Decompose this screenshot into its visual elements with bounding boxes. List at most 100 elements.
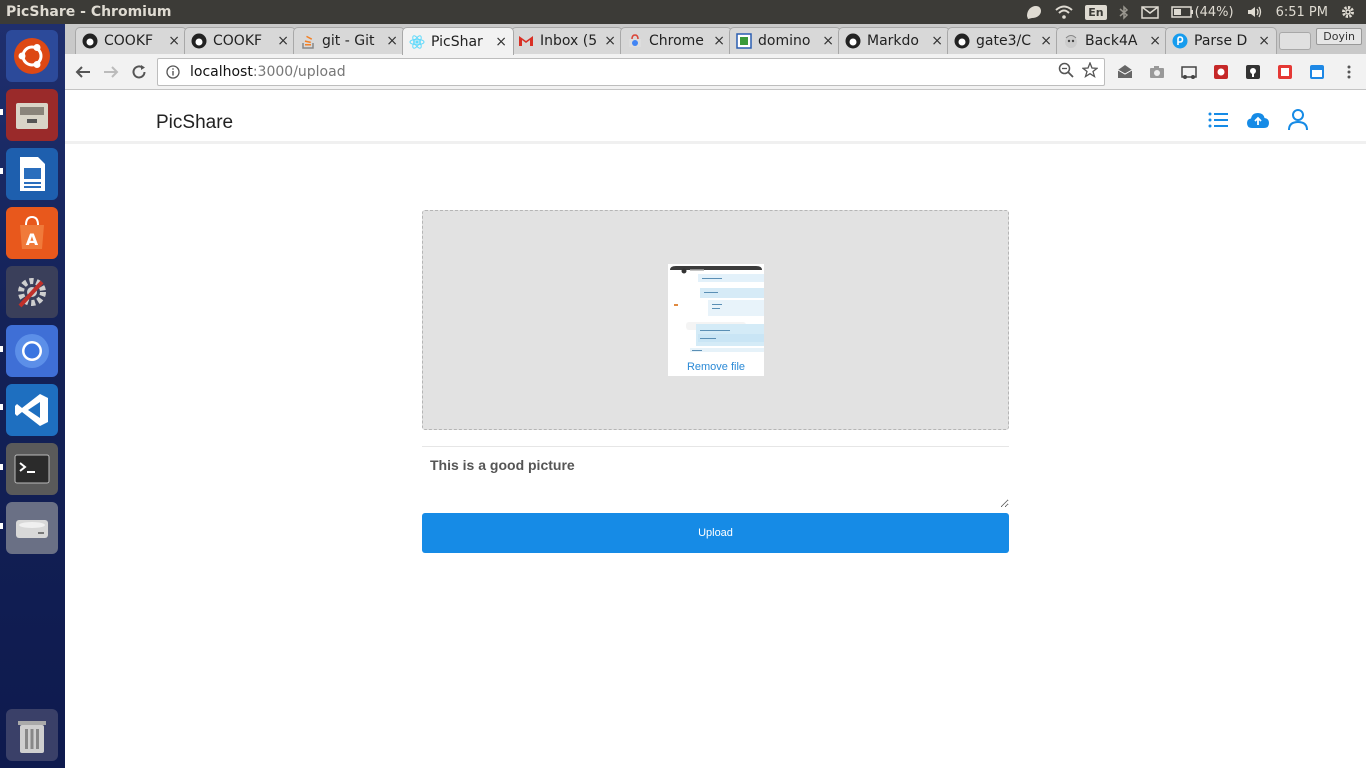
battery-indicator[interactable]: (44%) xyxy=(1170,4,1234,20)
forward-button[interactable] xyxy=(97,58,125,86)
new-tab-button[interactable] xyxy=(1279,32,1311,50)
mail-icon[interactable] xyxy=(1140,5,1159,19)
tab-close-icon[interactable]: × xyxy=(168,33,180,49)
system-settings-icon[interactable] xyxy=(6,266,58,318)
tab-markdown[interactable]: Markdo × xyxy=(838,27,950,54)
mail-checker-extension-icon[interactable] xyxy=(1115,62,1135,82)
list-icon[interactable] xyxy=(1206,108,1230,132)
app-navbar: PicShare xyxy=(65,90,1366,144)
window-extension-icon[interactable] xyxy=(1307,62,1327,82)
tab-label: git - Git xyxy=(322,33,375,49)
tab-label: COOKF xyxy=(213,33,263,49)
reload-button[interactable] xyxy=(125,58,153,86)
back-button[interactable] xyxy=(69,58,97,86)
bluetooth-icon[interactable] xyxy=(1119,4,1129,20)
battery-percent: (44%) xyxy=(1194,4,1234,20)
trash-icon[interactable] xyxy=(6,709,58,761)
tab-close-icon[interactable]: × xyxy=(495,34,507,50)
tab-cookf-1[interactable]: COOKF × xyxy=(75,27,187,54)
bookmark-star-icon[interactable] xyxy=(1081,61,1099,82)
tab-domino[interactable]: domino × xyxy=(729,27,841,54)
tab-label: Inbox (5 xyxy=(540,33,598,49)
tab-label: Chrome xyxy=(649,33,704,49)
address-bar[interactable]: localhost:3000/upload xyxy=(157,58,1105,86)
image-dropzone[interactable]: Remove file xyxy=(422,210,1009,430)
volume-icon[interactable] xyxy=(1246,5,1264,19)
launcher-running-pip xyxy=(0,404,3,410)
reload-icon xyxy=(132,65,146,79)
tab-close-icon[interactable]: × xyxy=(386,33,398,49)
tab-label: domino xyxy=(758,33,811,49)
upload-button[interactable]: Upload xyxy=(422,513,1009,553)
settings-gear-icon[interactable] xyxy=(1340,4,1356,20)
remove-file-link[interactable]: Remove file xyxy=(668,361,764,373)
tab-cookf-2[interactable]: COOKF × xyxy=(184,27,296,54)
tab-close-icon[interactable]: × xyxy=(713,33,725,49)
battery-icon xyxy=(1170,6,1193,18)
ubuntu-dash-icon[interactable] xyxy=(6,30,58,82)
camera-extension-icon[interactable] xyxy=(1147,62,1167,82)
pin-extension-icon[interactable] xyxy=(1243,62,1263,82)
tab-close-icon[interactable]: × xyxy=(822,33,834,49)
app-brand[interactable]: PicShare xyxy=(156,112,233,134)
keyboard-layout-indicator[interactable]: En xyxy=(1085,4,1107,20)
tab-parse[interactable]: Parse D × xyxy=(1165,27,1277,54)
github-icon xyxy=(954,33,970,49)
caption-textarea[interactable]: This is a good picture xyxy=(422,446,1009,508)
shield-extension-icon[interactable] xyxy=(1275,62,1295,82)
vscode-icon[interactable] xyxy=(6,384,58,436)
chromium-icon[interactable] xyxy=(6,325,58,377)
launcher-running-pip xyxy=(0,168,3,174)
tab-gate3[interactable]: gate3/C × xyxy=(947,27,1059,54)
domino-icon xyxy=(736,33,752,49)
tab-close-icon[interactable]: × xyxy=(1040,33,1052,49)
software-center-icon[interactable]: A xyxy=(6,207,58,259)
svg-text:A: A xyxy=(26,230,39,249)
wifi-icon[interactable] xyxy=(1055,5,1073,19)
tab-label: gate3/C xyxy=(976,33,1031,49)
zoom-icon[interactable] xyxy=(1058,62,1074,82)
web-page: PicShare Remove file This is a good pict… xyxy=(65,90,1366,768)
tab-strip: COOKF × COOKF × git - Git × PicShar × In… xyxy=(65,24,1366,55)
disk-drive-icon[interactable] xyxy=(6,502,58,554)
tab-label: COOKF xyxy=(104,33,154,49)
system-indicators: En (44%) 6:51 PM xyxy=(1025,4,1366,20)
tab-close-icon[interactable]: × xyxy=(931,33,943,49)
unity-launcher: A xyxy=(0,24,65,768)
tab-label: PicShar xyxy=(431,33,483,50)
tab-label: Markdo xyxy=(867,33,919,49)
image-thumbnail xyxy=(668,264,764,362)
tab-label: Parse D xyxy=(1194,33,1248,49)
red-extension-icon[interactable] xyxy=(1211,62,1231,82)
chrome-menu-icon[interactable] xyxy=(1339,62,1359,82)
tab-close-icon[interactable]: × xyxy=(1258,33,1270,49)
clock[interactable]: 6:51 PM xyxy=(1276,5,1328,20)
files-icon[interactable] xyxy=(6,89,58,141)
launcher-running-pip xyxy=(0,523,3,529)
tab-git[interactable]: git - Git × xyxy=(293,27,405,54)
app-nav-icons xyxy=(1206,108,1310,132)
tab-close-icon[interactable]: × xyxy=(1149,33,1161,49)
url-path: :3000/upload xyxy=(252,64,346,80)
extension-icons xyxy=(1115,62,1359,82)
tab-inbox[interactable]: Inbox (5 × xyxy=(511,27,623,54)
cast-extension-icon[interactable] xyxy=(1179,62,1199,82)
tab-back4app[interactable]: Back4A × xyxy=(1056,27,1168,54)
tab-chrome-webstore[interactable]: Chrome × xyxy=(620,27,732,54)
back-arrow-icon xyxy=(75,66,90,78)
tab-close-icon[interactable]: × xyxy=(604,33,616,49)
libreoffice-writer-icon[interactable] xyxy=(6,148,58,200)
profile-button[interactable]: Doyin xyxy=(1316,28,1362,45)
tab-close-icon[interactable]: × xyxy=(277,33,289,49)
window-title: PicShare - Chromium xyxy=(6,4,172,20)
back4app-icon xyxy=(1063,33,1079,49)
page-info-icon[interactable] xyxy=(162,65,184,79)
tab-picshare[interactable]: PicShar × xyxy=(402,27,514,55)
cloud-upload-icon[interactable] xyxy=(1246,108,1270,132)
url-text: localhost:3000/upload xyxy=(184,64,346,80)
telegram-tray-icon[interactable] xyxy=(1025,4,1043,20)
system-top-panel: PicShare - Chromium En (44%) 6:51 PM xyxy=(0,0,1366,24)
user-icon[interactable] xyxy=(1286,108,1310,132)
react-icon xyxy=(409,34,425,50)
terminal-icon[interactable] xyxy=(6,443,58,495)
